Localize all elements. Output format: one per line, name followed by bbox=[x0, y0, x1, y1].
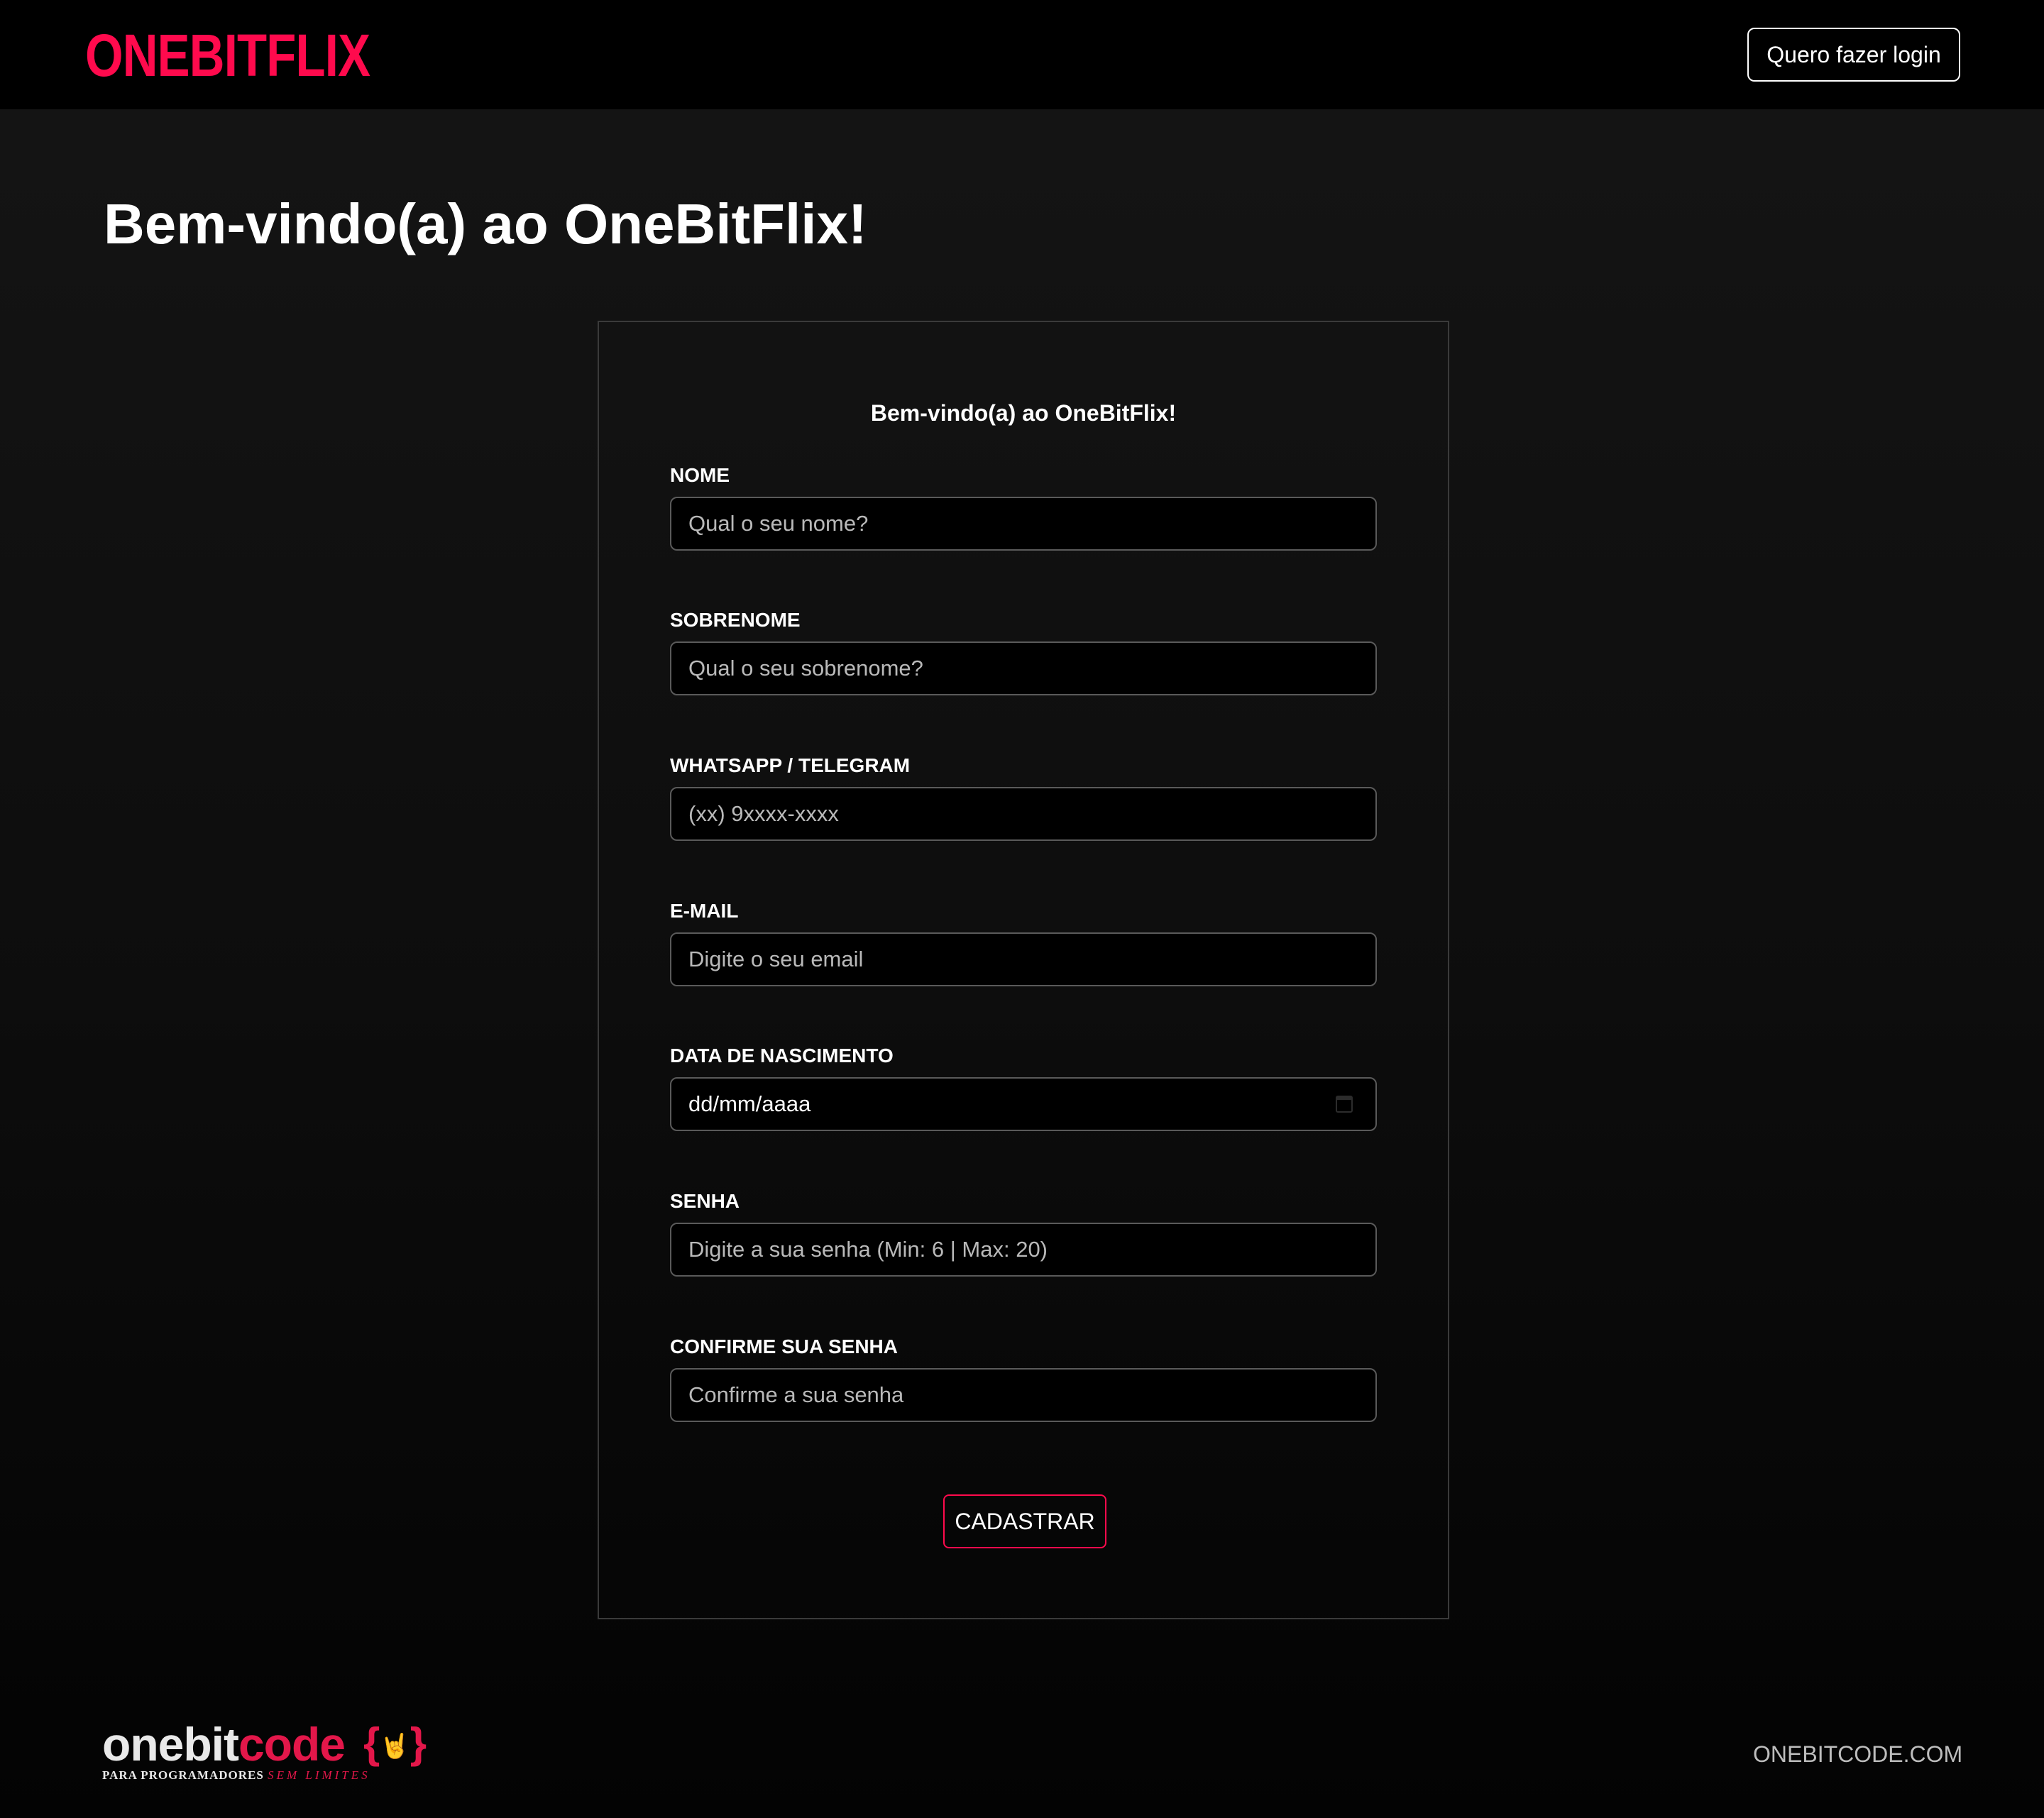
signup-submit-button[interactable]: CADASTRAR bbox=[943, 1494, 1106, 1548]
form-heading: Bem-vindo(a) ao OneBitFlix! bbox=[870, 400, 1177, 426]
birth-date-placeholder: dd/mm/aaaa bbox=[688, 1091, 811, 1116]
footer-logo-tagline: PARA PROGRAMADORES SEM LIMITES bbox=[102, 1768, 370, 1782]
last-name-label: SOBRENOME bbox=[670, 609, 801, 631]
password-confirm-label: CONFIRME SUA SENHA bbox=[670, 1335, 898, 1357]
login-button[interactable]: Quero fazer login bbox=[1747, 28, 1960, 82]
phone-label: WHATSAPP / TELEGRAM bbox=[670, 754, 911, 776]
footer-logo[interactable]: onebitcode {🤘} PARA PROGRAMADORES SEM LI… bbox=[102, 1716, 429, 1787]
footer-logo-braces: {🤘} bbox=[363, 1719, 427, 1771]
first-name-label: NOME bbox=[670, 464, 730, 486]
birth-date-label: DATA DE NASCIMENTO bbox=[670, 1045, 894, 1067]
brand-logo[interactable]: ONEBITFLIX bbox=[85, 21, 370, 89]
email-label: E-MAIL bbox=[670, 900, 739, 922]
password-input[interactable] bbox=[670, 1223, 1377, 1277]
first-name-input[interactable] bbox=[670, 497, 1377, 551]
last-name-input[interactable] bbox=[670, 641, 1377, 695]
footer-logo-wordmark: onebitcode bbox=[102, 1718, 346, 1770]
email-input[interactable] bbox=[670, 932, 1377, 986]
top-navbar: ONEBITFLIX Quero fazer login bbox=[0, 0, 2044, 109]
birth-date-input[interactable]: dd/mm/aaaa bbox=[670, 1077, 1377, 1131]
password-confirm-input[interactable] bbox=[670, 1368, 1377, 1422]
calendar-icon[interactable] bbox=[1336, 1096, 1353, 1113]
page-title: Bem-vindo(a) ao OneBitFlix! bbox=[104, 192, 867, 255]
rock-hand-icon: 🤘 bbox=[380, 1733, 410, 1761]
phone-input[interactable] bbox=[670, 787, 1377, 841]
signup-form: Bem-vindo(a) ao OneBitFlix! NOME SOBRENO… bbox=[598, 321, 1449, 1619]
password-label: SENHA bbox=[670, 1190, 740, 1212]
footer-site-link[interactable]: ONEBITCODE.COM bbox=[1753, 1737, 1962, 1771]
